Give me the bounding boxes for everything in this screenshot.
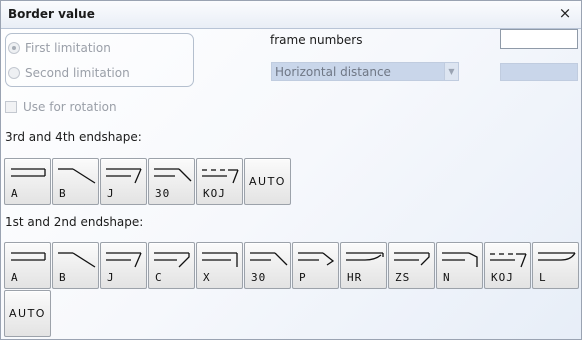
first-limitation-radio[interactable] <box>8 42 20 54</box>
endshape-1-2-a-button[interactable]: A <box>4 242 51 289</box>
endshape-1-2-x-button[interactable]: X <box>196 242 243 289</box>
endshape-label: 30 <box>251 271 267 284</box>
endshape-label: J <box>107 187 115 200</box>
use-for-rotation-option[interactable]: Use for rotation <box>5 100 117 114</box>
endshape-1-2-label: 1st and 2nd endshape: <box>5 215 144 229</box>
endshape-1-2-b-button[interactable]: B <box>52 242 99 289</box>
endshape-label: X <box>203 271 211 284</box>
endshape-label: A <box>11 271 19 284</box>
endshape-label: 30 <box>155 187 171 200</box>
endshape-label: AUTO <box>249 175 286 188</box>
close-button[interactable]: × <box>557 6 573 22</box>
endshape-label: N <box>443 271 451 284</box>
distance-type-select[interactable]: Horizontal distance ▼ <box>271 62 459 81</box>
endshape-label: AUTO <box>9 307 46 320</box>
endshape-label: HR <box>347 271 363 284</box>
endshape-label: KOJ <box>491 271 514 284</box>
use-for-rotation-checkbox[interactable] <box>5 101 17 113</box>
use-for-rotation-label: Use for rotation <box>23 100 117 114</box>
endshape-3-4-j-button[interactable]: J <box>100 158 147 205</box>
first-limitation-option[interactable]: First limitation <box>8 40 111 56</box>
endshape-label: P <box>299 271 307 284</box>
endshape-1-2-j-button[interactable]: J <box>100 242 147 289</box>
endshape-1-2-hr-button[interactable]: HR <box>340 242 387 289</box>
limitation-group: First limitation Second limitation <box>5 33 194 87</box>
endshape-label: B <box>59 187 67 200</box>
endshape-label: A <box>11 187 19 200</box>
endshape-label: KOJ <box>203 187 226 200</box>
endshape-label: C <box>155 271 163 284</box>
endshape-label: B <box>59 271 67 284</box>
endshape-3-4-auto-button[interactable]: AUTO <box>244 158 291 205</box>
endshape-3-4-koj-button[interactable]: KOJ <box>196 158 243 205</box>
endshape-1-2-c-button[interactable]: C <box>148 242 195 289</box>
second-limitation-radio[interactable] <box>8 67 20 79</box>
frame-numbers-label: frame numbers <box>270 33 363 47</box>
dialog-title: Border value <box>8 7 95 21</box>
endshape-1-2-koj-button[interactable]: KOJ <box>484 242 531 289</box>
first-limitation-label: First limitation <box>25 41 111 55</box>
second-limitation-label: Second limitation <box>25 66 130 80</box>
distance-value-field <box>500 63 578 81</box>
endshape-1-2-l-button[interactable]: L <box>532 242 579 289</box>
endshape-1-2-zs-button[interactable]: ZS <box>388 242 435 289</box>
endshape-1-2-auto-button[interactable]: AUTO <box>4 290 51 337</box>
endshape-label: ZS <box>395 271 411 284</box>
second-limitation-option[interactable]: Second limitation <box>8 65 130 81</box>
title-bar: Border value × <box>1 1 581 29</box>
endshape-3-4-b-button[interactable]: B <box>52 158 99 205</box>
chevron-down-icon[interactable]: ▼ <box>444 63 458 80</box>
endshape-3-4-label: 3rd and 4th endshape: <box>5 130 142 144</box>
endshape-1-2-p-button[interactable]: P <box>292 242 339 289</box>
endshape-1-2-n-button[interactable]: N <box>436 242 483 289</box>
endshape-label: L <box>539 271 547 284</box>
endshape-1-2-30-button[interactable]: 30 <box>244 242 291 289</box>
endshape-label: J <box>107 271 115 284</box>
endshape-3-4-30-button[interactable]: 30 <box>148 158 195 205</box>
endshape-3-4-a-button[interactable]: A <box>4 158 51 205</box>
distance-type-value: Horizontal distance <box>275 65 391 79</box>
frame-numbers-input[interactable] <box>500 29 578 49</box>
border-value-dialog: Border value × First limitation Second l… <box>0 0 582 340</box>
